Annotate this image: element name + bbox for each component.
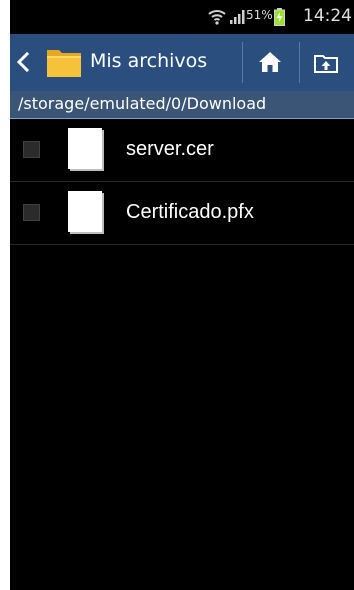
- path-bar: /storage/emulated/0/Download: [10, 91, 354, 119]
- divider: [299, 42, 300, 83]
- battery-charging-icon: [274, 8, 285, 26]
- file-name: server.cer: [126, 138, 214, 160]
- divider: [242, 42, 243, 83]
- battery-percent: 51%: [246, 8, 273, 22]
- page-title: Mis archivos: [90, 50, 208, 72]
- action-bar: Mis archivos: [10, 34, 354, 91]
- file-icon: [68, 128, 104, 171]
- up-folder-icon[interactable]: [313, 52, 339, 74]
- file-list: server.cer Certificado.pfx: [10, 119, 354, 245]
- screen: 51% 14:24 Mis archivos /storage/emulated…: [10, 0, 354, 590]
- folder-icon: [47, 50, 81, 77]
- list-item[interactable]: Certificado.pfx: [10, 182, 354, 245]
- back-arrow-icon[interactable]: [16, 52, 30, 72]
- checkbox[interactable]: [23, 204, 40, 221]
- signal-icon: [230, 10, 245, 24]
- clock: 14:24: [303, 6, 352, 26]
- list-item[interactable]: server.cer: [10, 119, 354, 182]
- checkbox[interactable]: [23, 141, 40, 158]
- status-bar: 51% 14:24: [10, 0, 354, 34]
- file-icon: [68, 191, 104, 234]
- file-name: Certificado.pfx: [126, 201, 254, 223]
- wifi-icon: [208, 10, 226, 25]
- current-path: /storage/emulated/0/Download: [18, 94, 267, 113]
- home-icon[interactable]: [257, 50, 283, 74]
